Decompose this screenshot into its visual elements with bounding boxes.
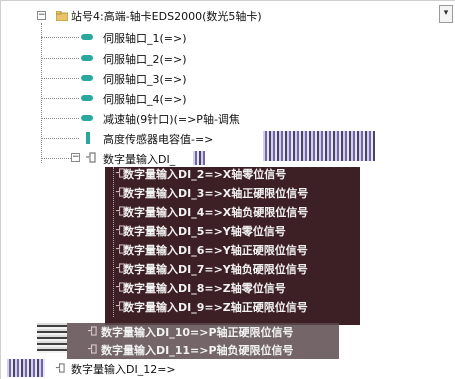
- digital-input-icon: [115, 282, 125, 292]
- tree-root-label: 站号4:高端-轴卡EDS2000(数光5轴卡): [71, 9, 262, 23]
- tree-view-pane: ▾ − 站号4:高端-轴卡EDS2000(数光5轴卡) 伺服轴口_1(=>) 伺…: [0, 0, 455, 379]
- digital-input-icon: [55, 363, 65, 373]
- tree-node-di-4[interactable]: 数字量输入DI_4=>X轴负硬限位信号: [115, 203, 309, 220]
- tree-connector-line: [113, 167, 114, 317]
- tree-node-label: 数字量输入DI_5=>Y轴零位信号: [123, 224, 286, 238]
- tree-node-label: 数字量输入DI_7=>Y轴负硬限位信号: [123, 262, 308, 276]
- servo-axis-icon: [81, 95, 93, 101]
- collapse-icon[interactable]: −: [71, 153, 80, 162]
- servo-axis-icon: [81, 75, 93, 81]
- tree-connector-line: [41, 78, 79, 79]
- digital-input-icon: [115, 263, 125, 273]
- render-artifact: [193, 151, 205, 165]
- tree-node-reducer-axis[interactable]: 减速轴(9针口)(=>P轴-调焦: [103, 110, 240, 127]
- tree-node-di-2[interactable]: 数字量输入DI_2=>X轴零位信号: [115, 165, 287, 182]
- tree-node-label: 数字量输入DI_12=>: [71, 362, 176, 376]
- tree-node-label: 数字量输入DI_3=>X轴正硬限位信号: [123, 186, 309, 200]
- digital-input-icon: [115, 187, 125, 197]
- tree-node-servo-3[interactable]: 伺服轴口_3(=>): [103, 70, 187, 87]
- digital-input-icon: [115, 244, 125, 254]
- digital-input-icon: [115, 168, 125, 178]
- tree-node-di-3[interactable]: 数字量输入DI_3=>X轴正硬限位信号: [115, 184, 309, 201]
- tree-node-di-5[interactable]: 数字量输入DI_5=>Y轴零位信号: [115, 222, 286, 239]
- digital-input-icon: [87, 326, 97, 336]
- tree-connector-line: [41, 158, 71, 159]
- tree-node-height-sensor[interactable]: 高度传感器电容值-=>: [103, 130, 213, 147]
- servo-axis-icon: [81, 34, 93, 40]
- render-artifact: [37, 323, 67, 353]
- tree-node-label: 数字量输入DI_2=>X轴零位信号: [123, 167, 287, 181]
- tree-node-servo-4[interactable]: 伺服轴口_4(=>): [103, 90, 187, 107]
- servo-axis-icon: [81, 55, 93, 61]
- tree-node-di-12[interactable]: 数字量输入DI_12=>: [55, 360, 176, 377]
- tree-node-label: 伺服轴口_4(=>): [103, 92, 187, 106]
- tree-connector-line: [41, 23, 42, 163]
- tree-connector-line: [41, 118, 79, 119]
- tree-node-di-11[interactable]: 数字量输入DI_11=>P轴负硬限位信号: [87, 341, 294, 358]
- scroll-arrow-button[interactable]: ▾: [439, 5, 453, 23]
- tree-node-label: 数字量输入DI_8=>Z轴零位信号: [123, 281, 286, 295]
- tree-node-label: 伺服轴口_3(=>): [103, 72, 187, 86]
- tree-connector-line: [41, 58, 79, 59]
- render-artifact: [263, 131, 375, 161]
- tree-node-di-9[interactable]: 数字量输入DI_9=>Z轴正硬限位信号: [115, 298, 308, 315]
- digital-input-icon: [115, 301, 125, 311]
- tree-node-servo-2[interactable]: 伺服轴口_2(=>): [103, 50, 187, 67]
- tree-connector-line: [41, 98, 79, 99]
- digital-input-icon: [86, 152, 96, 163]
- tree-connector-line: [41, 138, 79, 139]
- tree-node-label: 数字量输入DI_11=>P轴负硬限位信号: [101, 343, 294, 357]
- digital-input-icon: [87, 344, 97, 354]
- render-artifact: [7, 359, 45, 377]
- tree-node-di-8[interactable]: 数字量输入DI_8=>Z轴零位信号: [115, 279, 286, 296]
- tree-node-label: 伺服轴口_1(=>): [103, 31, 187, 45]
- tree-node-di-6[interactable]: 数字量输入DI_6=>Y轴正硬限位信号: [115, 241, 308, 258]
- digital-input-icon: [115, 206, 125, 216]
- tree-node-servo-1[interactable]: 伺服轴口_1(=>): [103, 29, 187, 46]
- tree-node-di-7[interactable]: 数字量输入DI_7=>Y轴负硬限位信号: [115, 260, 308, 277]
- sensor-icon: [86, 132, 90, 144]
- station-icon: [56, 11, 68, 21]
- tree-node-di-10[interactable]: 数字量输入DI_10=>P轴正硬限位信号: [87, 323, 294, 340]
- servo-axis-icon: [81, 115, 93, 121]
- tree-node-label: 数字量输入DI_9=>Z轴正硬限位信号: [123, 300, 308, 314]
- tree-node-label: 伺服轴口_2(=>): [103, 52, 187, 66]
- collapse-icon[interactable]: −: [37, 11, 46, 20]
- tree-node-label: 数字量输入DI_10=>P轴正硬限位信号: [101, 325, 294, 339]
- tree-node-label: 数字量输入DI_6=>Y轴正硬限位信号: [123, 243, 308, 257]
- tree-node-label: 高度传感器电容值-=>: [103, 132, 214, 146]
- digital-input-icon: [115, 225, 125, 235]
- tree-node-label: 数字量输入DI_4=>X轴负硬限位信号: [123, 205, 309, 219]
- tree-connector-line: [41, 37, 79, 38]
- tree-node-label: 减速轴(9针口)(=>P轴-调焦: [103, 112, 240, 126]
- tree-root-node[interactable]: 站号4:高端-轴卡EDS2000(数光5轴卡): [71, 7, 262, 24]
